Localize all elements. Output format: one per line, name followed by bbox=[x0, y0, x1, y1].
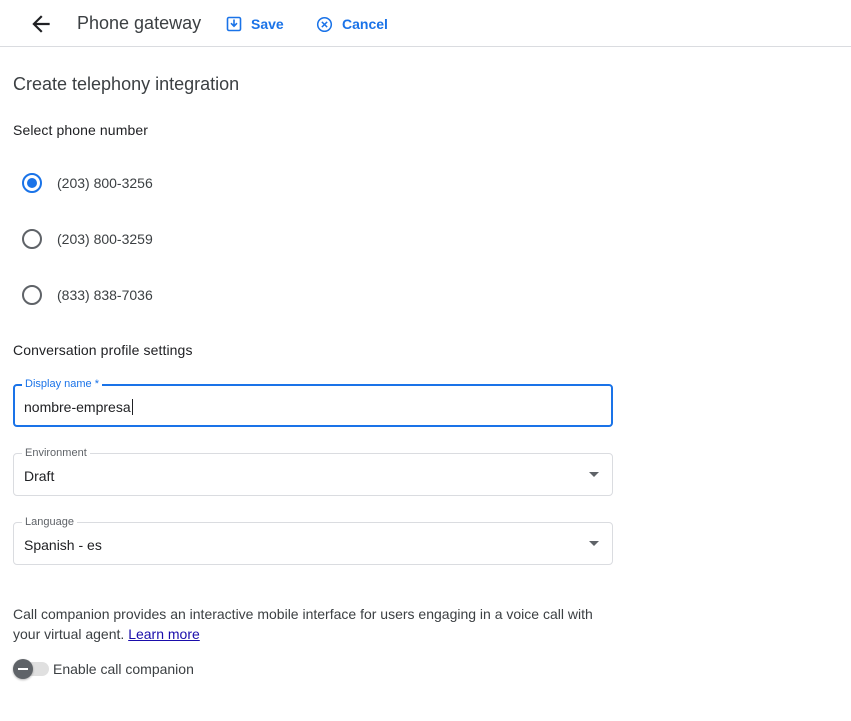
profile-section-label: Conversation profile settings bbox=[13, 342, 193, 358]
phone-option-2[interactable]: (203) 800-3259 bbox=[22, 228, 153, 250]
display-name-value: nombre-empresa bbox=[24, 399, 131, 415]
display-name-label: Display name * bbox=[22, 377, 102, 391]
call-companion-toggle[interactable] bbox=[13, 659, 49, 679]
radio-unselected[interactable] bbox=[22, 229, 42, 249]
phone-number-label: (203) 800-3259 bbox=[57, 231, 153, 247]
call-companion-description-text: Call companion provides an interactive m… bbox=[13, 606, 593, 642]
dropdown-arrow-icon bbox=[589, 541, 599, 546]
top-bar: Phone gateway Save Cancel bbox=[0, 0, 851, 47]
language-value: Spanish - es bbox=[24, 537, 102, 553]
phone-number-label: (203) 800-3256 bbox=[57, 175, 153, 191]
display-name-field[interactable]: Display name * nombre-empresa bbox=[13, 377, 613, 427]
save-button[interactable]: Save bbox=[226, 13, 284, 35]
text-cursor bbox=[131, 399, 133, 415]
language-select[interactable]: Language Spanish - es bbox=[13, 515, 613, 565]
call-companion-toggle-row[interactable]: Enable call companion bbox=[13, 658, 194, 680]
language-label: Language bbox=[22, 515, 77, 529]
toggle-thumb bbox=[13, 659, 33, 679]
environment-label: Environment bbox=[22, 446, 90, 460]
call-companion-toggle-label: Enable call companion bbox=[53, 661, 194, 677]
phone-number-label: (833) 838-7036 bbox=[57, 287, 153, 303]
phone-section-label: Select phone number bbox=[13, 122, 148, 138]
call-companion-description: Call companion provides an interactive m… bbox=[13, 604, 613, 644]
learn-more-link[interactable]: Learn more bbox=[128, 626, 200, 642]
environment-value: Draft bbox=[24, 468, 55, 484]
dropdown-arrow-icon bbox=[589, 472, 599, 477]
cancel-label: Cancel bbox=[342, 16, 388, 32]
back-button[interactable] bbox=[28, 11, 54, 37]
form-title: Create telephony integration bbox=[13, 74, 240, 94]
radio-selected[interactable] bbox=[22, 173, 42, 193]
radio-unselected[interactable] bbox=[22, 285, 42, 305]
phone-option-3[interactable]: (833) 838-7036 bbox=[22, 284, 153, 306]
cancel-circle-icon bbox=[316, 16, 333, 32]
cancel-button[interactable]: Cancel bbox=[316, 13, 388, 35]
save-icon bbox=[226, 16, 242, 32]
arrow-back-icon bbox=[32, 15, 50, 33]
save-label: Save bbox=[251, 16, 284, 32]
phone-option-1[interactable]: (203) 800-3256 bbox=[22, 172, 153, 194]
display-name-input[interactable]: nombre-empresa bbox=[24, 399, 133, 415]
page-title: Phone gateway bbox=[77, 13, 202, 33]
environment-select[interactable]: Environment Draft bbox=[13, 446, 613, 496]
